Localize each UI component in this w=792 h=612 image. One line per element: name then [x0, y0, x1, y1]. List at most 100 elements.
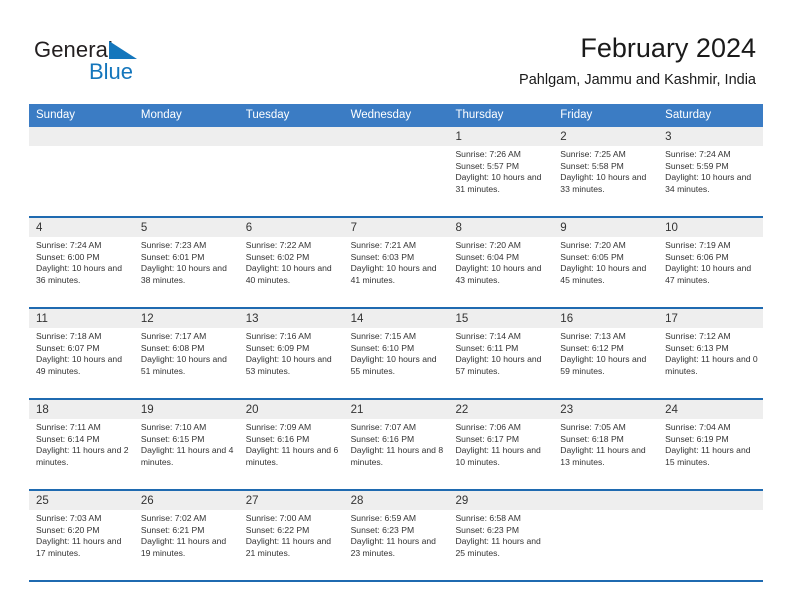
sunset-text: Sunset: 6:04 PM	[455, 251, 519, 262]
day-number: 20	[238, 400, 344, 419]
day-sun-info: Sunrise: 7:16 AM Sunset: 6:09 PM Daylight:…	[239, 328, 344, 377]
calendar-grid: Sunday Monday Tuesday Wednesday Thursday Frid…	[29, 104, 764, 582]
day-number	[133, 127, 239, 146]
day-number: 5	[133, 218, 239, 237]
sunrise-text: Sunrise: 7:22 AM	[245, 240, 312, 250]
calendar-day-cell[interactable]: 25 Sunrise: 7:03 AM Sunset: 6:20 PM Dayligh…	[29, 491, 134, 580]
daylight-text: Daylight: 11 hours and 25 minutes.	[455, 536, 541, 558]
daylight-text: Daylight: 11 hours and 0 minutes.	[665, 354, 758, 376]
calendar-day-cell[interactable]: 20 Sunrise: 7:09 AM Sunset: 6:16 PM Dayligh…	[238, 400, 344, 489]
calendar-day-cell[interactable]: 9 Sunrise: 7:20 AM Sunset: 6:05 PM Daylight…	[553, 218, 659, 307]
calendar-day-cell[interactable]: 23 Sunrise: 7:05 AM Sunset: 6:18 PM Dayligh…	[553, 400, 659, 489]
sunset-text: Sunset: 6:08 PM	[140, 342, 205, 353]
calendar-day-cell[interactable]: 4 Sunrise: 7:24 AM Sunset: 6:00 PM Daylight…	[29, 218, 134, 307]
sunset-text: Sunset: 6:16 PM	[350, 433, 415, 444]
sunrise-text: Sunrise: 7:09 AM	[245, 422, 312, 432]
day-sun-info: Sunrise: 7:15 AM Sunset: 6:10 PM Daylight:…	[344, 328, 449, 377]
day-sun-info: Sunrise: 7:22 AM Sunset: 6:02 PM Daylight:…	[239, 237, 344, 286]
calendar-day-cell[interactable]: 12 Sunrise: 7:17 AM Sunset: 6:08 PM Dayligh…	[133, 309, 239, 398]
sunrise-text: Sunrise: 7:14 AM	[455, 331, 521, 341]
calendar-day-cell[interactable]: 8 Sunrise: 7:20 AM Sunset: 6:04 PM Daylight…	[448, 218, 554, 307]
day-number: 9	[553, 218, 659, 237]
day-number: 19	[133, 400, 239, 419]
weekday-header-monday: Monday	[140, 109, 182, 121]
daylight-text: Daylight: 10 hours and 45 minutes.	[560, 263, 647, 285]
calendar-day-cell[interactable]: 5 Sunrise: 7:23 AM Sunset: 6:01 PM Daylight…	[133, 218, 239, 307]
calendar-weeks: 1 Sunrise: 7:26 AM Sunset: 5:57 PM Daylight…	[29, 127, 764, 582]
daylight-text: Daylight: 10 hours and 47 minutes.	[665, 263, 752, 285]
daylight-text: Daylight: 11 hours and 10 minutes.	[455, 445, 541, 467]
calendar-day-cell[interactable]: 29 Sunrise: 6:58 AM Sunset: 6:23 PM Dayligh…	[448, 491, 554, 580]
day-sun-info: Sunrise: 6:59 AM Sunset: 6:23 PM Daylight:…	[344, 510, 449, 559]
daylight-text: Daylight: 10 hours and 55 minutes.	[350, 354, 437, 376]
calendar-day-cell[interactable]: 16 Sunrise: 7:13 AM Sunset: 6:12 PM Dayligh…	[553, 309, 659, 398]
daylight-text: Daylight: 11 hours and 21 minutes.	[245, 536, 332, 558]
day-number: 26	[133, 491, 239, 510]
calendar-day-cell-empty	[658, 491, 764, 580]
sunset-text: Sunset: 6:11 PM	[455, 342, 519, 353]
daylight-text: Daylight: 11 hours and 2 minutes.	[36, 445, 129, 467]
page-subtitle: Pahlgam, Jammu and Kashmir, India	[519, 72, 756, 88]
day-number: 21	[343, 400, 449, 419]
daylight-text: Daylight: 11 hours and 6 minutes.	[245, 445, 339, 467]
sunrise-text: Sunrise: 7:25 AM	[560, 149, 626, 159]
calendar-day-cell[interactable]: 15 Sunrise: 7:14 AM Sunset: 6:11 PM Dayligh…	[448, 309, 554, 398]
sunset-text: Sunset: 6:23 PM	[455, 524, 519, 535]
day-sun-info: Sunrise: 7:24 AM Sunset: 5:59 PM Daylight:…	[658, 146, 763, 195]
sunrise-text: Sunrise: 7:20 AM	[455, 240, 521, 250]
day-number	[343, 127, 449, 146]
daylight-text: Daylight: 10 hours and 31 minutes.	[455, 172, 542, 194]
calendar-day-cell[interactable]: 18 Sunrise: 7:11 AM Sunset: 6:14 PM Dayligh…	[29, 400, 134, 489]
day-number: 6	[238, 218, 344, 237]
sunset-text: Sunset: 6:03 PM	[350, 251, 415, 262]
sunrise-text: Sunrise: 7:02 AM	[140, 513, 207, 523]
calendar-day-cell[interactable]: 22 Sunrise: 7:06 AM Sunset: 6:17 PM Dayligh…	[448, 400, 554, 489]
calendar-day-cell[interactable]: 11 Sunrise: 7:18 AM Sunset: 6:07 PM Dayligh…	[29, 309, 134, 398]
daylight-text: Daylight: 10 hours and 57 minutes.	[455, 354, 542, 376]
daylight-text: Daylight: 10 hours and 41 minutes.	[350, 263, 437, 285]
daylight-text: Daylight: 10 hours and 59 minutes.	[560, 354, 647, 376]
calendar-day-cell[interactable]: 21 Sunrise: 7:07 AM Sunset: 6:16 PM Dayligh…	[343, 400, 449, 489]
sunrise-text: Sunrise: 7:21 AM	[350, 240, 417, 250]
calendar-day-cell[interactable]: 2 Sunrise: 7:25 AM Sunset: 5:58 PM Daylight…	[553, 127, 659, 216]
calendar-day-cell[interactable]: 3 Sunrise: 7:24 AM Sunset: 5:59 PM Daylight…	[658, 127, 764, 216]
brand-logo[interactable]: General Blue	[34, 38, 254, 92]
sunrise-text: Sunrise: 7:10 AM	[140, 422, 207, 432]
sunset-text: Sunset: 6:05 PM	[560, 251, 624, 262]
sunset-text: Sunset: 5:57 PM	[455, 160, 519, 171]
day-sun-info: Sunrise: 7:12 AM Sunset: 6:13 PM Daylight:…	[658, 328, 763, 377]
day-number: 18	[29, 400, 134, 419]
sunset-text: Sunset: 6:07 PM	[36, 342, 100, 353]
sunrise-text: Sunrise: 7:19 AM	[665, 240, 731, 250]
daylight-text: Daylight: 11 hours and 23 minutes.	[350, 536, 436, 558]
calendar-day-cell[interactable]: 24 Sunrise: 7:04 AM Sunset: 6:19 PM Dayligh…	[658, 400, 764, 489]
calendar-day-cell[interactable]: 7 Sunrise: 7:21 AM Sunset: 6:03 PM Daylight…	[343, 218, 449, 307]
calendar-day-cell[interactable]: 10 Sunrise: 7:19 AM Sunset: 6:06 PM Dayligh…	[658, 218, 764, 307]
calendar-day-cell[interactable]: 1 Sunrise: 7:26 AM Sunset: 5:57 PM Daylight…	[448, 127, 554, 216]
calendar-day-cell[interactable]: 28 Sunrise: 6:59 AM Sunset: 6:23 PM Dayligh…	[343, 491, 449, 580]
sunset-text: Sunset: 6:19 PM	[665, 433, 729, 444]
calendar-day-cell[interactable]: 17 Sunrise: 7:12 AM Sunset: 6:13 PM Dayligh…	[658, 309, 764, 398]
day-number	[553, 491, 659, 510]
weekday-header-friday: Friday	[560, 109, 593, 121]
calendar-day-cell[interactable]: 19 Sunrise: 7:10 AM Sunset: 6:15 PM Dayligh…	[133, 400, 239, 489]
brand-name-blue: Blue	[89, 59, 134, 84]
calendar-day-cell[interactable]: 27 Sunrise: 7:00 AM Sunset: 6:22 PM Dayligh…	[238, 491, 344, 580]
calendar-day-cell[interactable]: 6 Sunrise: 7:22 AM Sunset: 6:02 PM Daylight…	[238, 218, 344, 307]
calendar-day-cell[interactable]: 13 Sunrise: 7:16 AM Sunset: 6:09 PM Dayligh…	[238, 309, 344, 398]
sunset-text: Sunset: 6:00 PM	[36, 251, 100, 262]
sunset-text: Sunset: 6:12 PM	[560, 342, 624, 353]
daylight-text: Daylight: 10 hours and 38 minutes.	[140, 263, 227, 285]
sunset-text: Sunset: 6:20 PM	[36, 524, 100, 535]
day-number: 29	[448, 491, 554, 510]
day-number: 23	[553, 400, 659, 419]
sunrise-text: Sunrise: 7:24 AM	[665, 149, 731, 159]
day-number: 28	[343, 491, 449, 510]
calendar-day-cell[interactable]: 14 Sunrise: 7:15 AM Sunset: 6:10 PM Dayligh…	[343, 309, 449, 398]
day-sun-info: Sunrise: 7:10 AM Sunset: 6:15 PM Daylight:…	[134, 419, 239, 468]
daylight-text: Daylight: 11 hours and 19 minutes.	[140, 536, 227, 558]
sunset-text: Sunset: 6:15 PM	[140, 433, 205, 444]
daylight-text: Daylight: 11 hours and 17 minutes.	[36, 536, 122, 558]
calendar-day-cell-empty	[133, 127, 239, 216]
calendar-day-cell[interactable]: 26 Sunrise: 7:02 AM Sunset: 6:21 PM Dayligh…	[133, 491, 239, 580]
